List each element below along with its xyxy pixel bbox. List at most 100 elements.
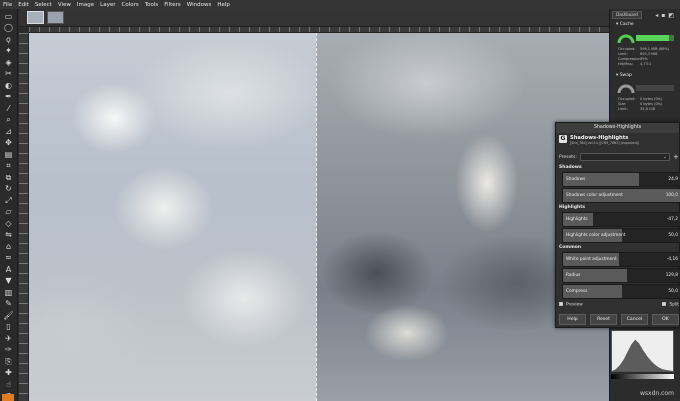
menu-view[interactable]: View — [58, 2, 71, 8]
smudge-icon[interactable]: ☝ — [3, 380, 14, 390]
heal-icon[interactable]: ✚ — [3, 369, 14, 379]
clone-icon[interactable]: ⎘ — [3, 357, 14, 367]
color-picker-icon[interactable]: ⁄ — [3, 104, 14, 114]
presets-dropdown[interactable]: ⌄ — [580, 153, 670, 161]
gegl-logo-icon: G — [559, 135, 567, 143]
toolbox: ▭◯ϙ✦◈✂◐✒⁄⌕⊿✥▤⌗⧉↻⤢▱◇⇋⌂≈A▼▥✎🖌▯✈✑⎘✚☝◑ — [0, 9, 18, 401]
shear-icon[interactable]: ▱ — [3, 208, 14, 218]
move-icon[interactable]: ✥ — [3, 139, 14, 149]
ok-button[interactable]: OK — [652, 314, 679, 325]
lasso-icon[interactable]: ϙ — [3, 35, 14, 45]
image-tab-thumbnail[interactable] — [47, 11, 64, 24]
white-point-adjustment-slider[interactable]: White point adjustment -4,16 — [562, 252, 680, 267]
paths-icon[interactable]: ✒ — [3, 93, 14, 103]
paintbrush-icon[interactable]: 🖌 — [3, 311, 14, 321]
pencil-icon[interactable]: ✎ — [3, 300, 14, 310]
cache-stat-row: Limit: 695,3 MiB — [618, 52, 658, 56]
image-tabs — [19, 9, 609, 27]
highlights-slider[interactable]: Highlights -47,2 — [562, 212, 680, 227]
cage-icon[interactable]: ⌂ — [3, 242, 14, 252]
menu-help[interactable]: Help — [217, 2, 230, 8]
compress-slider[interactable]: Compress 50,0 — [562, 284, 680, 299]
watermark-text: wsxdn.com — [640, 390, 674, 397]
dialog-header: G Shadows-Highlights [Shd_78d].xcf-14 ([… — [556, 133, 679, 148]
text-icon[interactable]: A — [3, 265, 14, 275]
scissors-icon[interactable]: ✂ — [3, 70, 14, 80]
cache-section-title: ▾ Cache — [616, 22, 634, 27]
cache-stat-row: Hit/Miss: 4,73:1 — [618, 62, 652, 66]
crop-icon[interactable]: ⌗ — [3, 162, 14, 172]
airbrush-icon[interactable]: ✈ — [3, 334, 14, 344]
rect-select-icon[interactable]: ▭ — [3, 12, 14, 22]
highlights-color-adjustment-slider[interactable]: Highlights color adjustment 50,0 — [562, 228, 680, 243]
reset-button[interactable]: Reset — [590, 314, 617, 325]
preview-options-row: Preview Split — [559, 301, 679, 309]
shadows-color-adjustment-slider[interactable]: Shadows color adjustment 100,0 — [562, 188, 680, 203]
cache-meter — [617, 34, 674, 44]
shadows-slider[interactable]: Shadows 24,9 — [562, 172, 680, 187]
checkbox-checked-icon — [559, 302, 563, 307]
foreground-color-swatch[interactable] — [2, 394, 14, 401]
swap-stat-row: Occupied: 0 bytes (0%) — [618, 97, 663, 101]
presets-row: Presets: ⌄ + — [559, 152, 679, 162]
flip-icon[interactable]: ⇋ — [3, 231, 14, 241]
menu-bar: File Edit Select View Image Layer Colors… — [0, 0, 680, 9]
eraser-icon[interactable]: ▯ — [3, 323, 14, 333]
original-image-half — [29, 33, 316, 401]
zoom-icon[interactable]: ⌕ — [3, 116, 14, 126]
image-canvas[interactable] — [29, 33, 609, 401]
menu-edit[interactable]: Edit — [18, 2, 29, 8]
common-group-label: Common — [559, 245, 582, 250]
menu-filters[interactable]: Filters — [164, 2, 181, 8]
split-view-checkbox[interactable]: Split — [662, 302, 679, 308]
menu-colors[interactable]: Colors — [121, 2, 138, 8]
menu-file[interactable]: File — [3, 2, 12, 8]
checkbox-checked-icon — [662, 302, 667, 307]
menu-select[interactable]: Select — [35, 2, 52, 8]
vertical-ruler[interactable] — [19, 33, 29, 401]
align-icon[interactable]: ▤ — [3, 150, 14, 160]
cache-stat-row: Occupied: 596,1 MiB (86%) — [618, 47, 670, 51]
menu-layer[interactable]: Layer — [100, 2, 115, 8]
perspective-icon[interactable]: ◇ — [3, 219, 14, 229]
ellipse-select-icon[interactable]: ◯ — [3, 24, 14, 34]
menu-tools[interactable]: Tools — [145, 2, 159, 8]
preview-checkbox[interactable]: Preview — [559, 302, 583, 308]
cancel-button[interactable]: Cancel — [621, 314, 648, 325]
radius-slider[interactable]: Radius 129,8 — [562, 268, 680, 283]
highlights-group-label: Highlights — [559, 205, 586, 210]
filter-image-subtitle: [Shd_78d].xcf-14 ([CR9_7863] (exported)) — [570, 141, 640, 145]
dashboard-tab[interactable]: Dashboard — [612, 11, 642, 19]
shadows-group-label: Shadows — [559, 165, 582, 170]
bucket-fill-icon[interactable]: ▼ — [3, 277, 14, 287]
cache-stat-row: Compression:79% — [618, 57, 648, 61]
fuzzy-select-icon[interactable]: ✦ — [3, 47, 14, 57]
select-by-color-icon[interactable]: ◈ — [3, 58, 14, 68]
swap-stat-row: Limit: 35,6 GiB — [618, 107, 655, 111]
swap-meter — [617, 84, 674, 94]
warp-icon[interactable]: ≈ — [3, 254, 14, 264]
histogram-plot — [611, 330, 674, 372]
dialog-buttons: Help Reset Cancel OK — [559, 314, 679, 325]
image-tab-thumbnail[interactable] — [27, 11, 44, 24]
scale-icon[interactable]: ⤢ — [3, 196, 14, 206]
measure-icon[interactable]: ⊿ — [3, 127, 14, 137]
rotate-icon[interactable]: ↻ — [3, 185, 14, 195]
help-button[interactable]: Help — [559, 314, 586, 325]
presets-label: Presets: — [559, 154, 577, 160]
swap-stat-row: Size: 0 bytes (0%) — [618, 102, 663, 106]
dock-controls[interactable]: ◂▪◩ — [655, 12, 677, 19]
add-preset-icon[interactable]: + — [673, 153, 679, 161]
menu-windows[interactable]: Windows — [187, 2, 212, 8]
ink-icon[interactable]: ✑ — [3, 346, 14, 356]
dialog-title-bar[interactable]: Shadows-Highlights — [556, 123, 679, 133]
swap-section-title: ▾ Swap — [616, 73, 632, 78]
chevron-down-icon: ⌄ — [662, 154, 667, 160]
gradient-icon[interactable]: ▥ — [3, 288, 14, 298]
histogram-gradient — [611, 374, 674, 379]
menu-image[interactable]: Image — [77, 2, 94, 8]
shadows-highlights-dialog: Shadows-Highlights G Shadows-Highlights … — [555, 122, 680, 328]
split-preview-guide[interactable] — [316, 33, 317, 401]
foreground-select-icon[interactable]: ◐ — [3, 81, 14, 91]
unified-transform-icon[interactable]: ⧉ — [3, 173, 14, 183]
